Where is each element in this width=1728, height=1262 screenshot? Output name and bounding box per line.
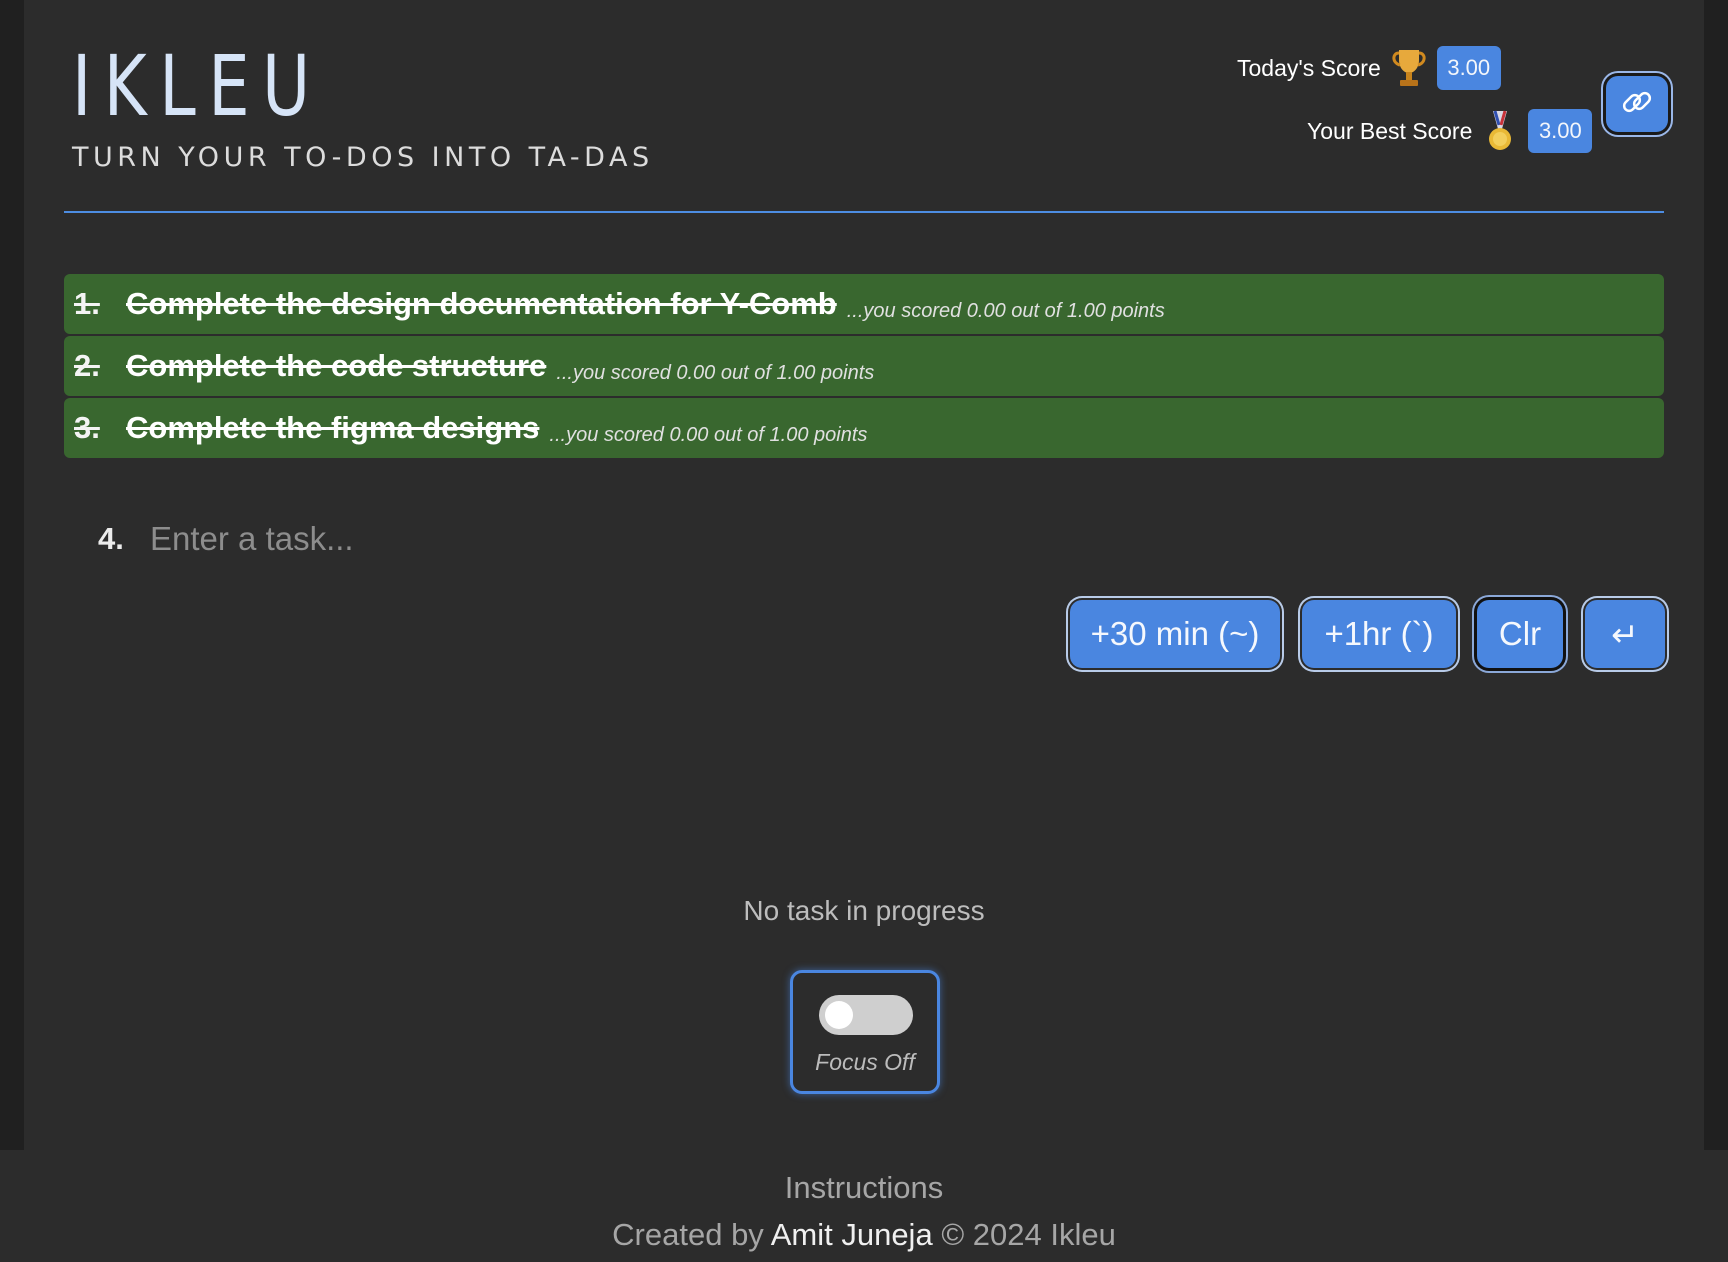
- focus-toggle[interactable]: [819, 995, 913, 1035]
- tagline: TURN YOUR TO-DOS INTO TA-DAS: [72, 142, 654, 173]
- task-number: 2.: [74, 348, 100, 383]
- copyright-text: © 2024 Ikleu: [941, 1217, 1116, 1252]
- created-by-text: Created by: [612, 1217, 764, 1252]
- author-link[interactable]: Amit Juneja: [771, 1217, 933, 1252]
- add-30-min-button[interactable]: +30 min (~): [1070, 600, 1280, 668]
- todays-score: Today's Score 3.00: [1237, 46, 1501, 90]
- task-title[interactable]: Complete the code structure: [126, 348, 546, 384]
- task-score-note: ...you scored 0.00 out of 1.00 points: [556, 361, 875, 384]
- brand: IKLEU TURN YOUR TO-DOS INTO TA-DAS: [72, 44, 654, 173]
- logo: IKLEU: [72, 37, 323, 135]
- best-score-value: 3.00: [1528, 109, 1593, 153]
- task-item[interactable]: 1. Complete the design documentation for…: [64, 274, 1664, 334]
- task-number: 1.: [74, 286, 100, 321]
- clear-button[interactable]: Clr: [1477, 600, 1563, 668]
- enter-icon: ↵: [1611, 615, 1639, 653]
- new-task-row: 4.: [98, 514, 1052, 564]
- todays-score-label: Today's Score: [1237, 54, 1381, 81]
- new-task-number: 4.: [98, 521, 124, 556]
- medal-icon: [1480, 109, 1520, 153]
- task-title[interactable]: Complete the figma designs: [126, 410, 539, 446]
- credits: Created by Amit Juneja © 2024 Ikleu: [0, 1217, 1728, 1253]
- header-divider: [64, 211, 1664, 213]
- task-input[interactable]: [148, 514, 1052, 564]
- todays-score-value: 3.00: [1436, 46, 1501, 90]
- task-title[interactable]: Complete the design documentation for Y-…: [126, 286, 837, 322]
- task-item[interactable]: 2. Complete the code structure ...you sc…: [64, 336, 1664, 396]
- footer: Instructions Created by Amit Juneja © 20…: [0, 1150, 1728, 1262]
- best-score: Your Best Score 3.00: [1307, 109, 1593, 153]
- task-list: 1. Complete the design documentation for…: [64, 274, 1664, 460]
- task-score-note: ...you scored 0.00 out of 1.00 points: [549, 423, 868, 446]
- task-number: 3.: [74, 410, 100, 445]
- instructions-link[interactable]: Instructions: [0, 1170, 1728, 1206]
- trophy-icon: [1389, 46, 1429, 90]
- best-score-label: Your Best Score: [1307, 117, 1473, 144]
- enter-button[interactable]: ↵: [1585, 600, 1665, 668]
- focus-label: Focus Off: [815, 1049, 915, 1075]
- focus-toggle-panel[interactable]: Focus Off: [790, 970, 940, 1094]
- link-icon: [1619, 84, 1655, 125]
- task-status: No task in progress: [743, 895, 985, 926]
- toggle-knob: [825, 1001, 853, 1029]
- add-1hr-button[interactable]: +1hr (`): [1302, 600, 1456, 668]
- share-link-button[interactable]: [1606, 76, 1668, 132]
- app-container: IKLEU TURN YOUR TO-DOS INTO TA-DAS Today…: [24, 0, 1704, 1150]
- task-item[interactable]: 3. Complete the figma designs ...you sco…: [64, 398, 1664, 458]
- task-score-note: ...you scored 0.00 out of 1.00 points: [846, 299, 1165, 322]
